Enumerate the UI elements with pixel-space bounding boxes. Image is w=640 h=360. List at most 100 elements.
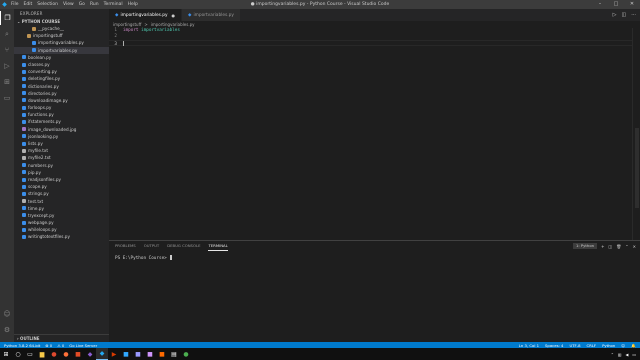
manage-gear-icon[interactable]: ⚙ [0, 323, 14, 337]
tree-file[interactable]: myfile.txt [14, 147, 109, 154]
tree-file[interactable]: time.py [14, 205, 109, 212]
code-line-current[interactable]: 3 [109, 40, 632, 47]
tree-file[interactable]: downloadimage.py [14, 97, 109, 104]
code-editor[interactable]: 1 import importvariables 2 3 [109, 28, 632, 240]
after-effects-icon[interactable]: ■ [144, 348, 156, 360]
terminal-selector[interactable]: 1: Python [572, 243, 598, 249]
tab-terminal[interactable]: TERMINAL [208, 241, 228, 251]
tree-file[interactable]: deletingfiles.py [14, 75, 109, 82]
maximize-panel-icon[interactable]: ⌃ [625, 244, 628, 249]
indentation[interactable]: Spaces: 4 [545, 343, 563, 348]
split-terminal-icon[interactable]: ◫ [608, 244, 612, 249]
menu-edit[interactable]: Edit [24, 2, 33, 7]
tree-file[interactable]: webpage.py [14, 219, 109, 226]
vscode-icon[interactable]: ◆ [96, 348, 108, 360]
tree-folder[interactable]: importingstuff [14, 32, 109, 39]
close-panel-icon[interactable]: ✕ [633, 244, 636, 249]
live-server-button[interactable]: Go Live Server [69, 343, 97, 348]
tab-debug-console[interactable]: DEBUG CONSOLE [167, 241, 200, 251]
tree-file[interactable]: scope.py [14, 183, 109, 190]
remote-explorer-icon[interactable]: ▭ [0, 91, 14, 105]
tree-file[interactable]: tryexcept.py [14, 212, 109, 219]
tab-output[interactable]: OUTPUT [144, 241, 159, 251]
app-icon[interactable]: ■ [72, 348, 84, 360]
network-icon[interactable]: ▥ [618, 352, 622, 357]
windows-start-icon[interactable]: ⊞ [0, 348, 12, 360]
source-control-icon[interactable]: ⑂ [0, 43, 14, 57]
explorer-icon[interactable]: ❐ [0, 11, 14, 25]
language-mode[interactable]: Python [602, 343, 615, 348]
tree-file[interactable]: importvariables.py [14, 46, 109, 54]
tab-importingvariables[interactable]: ◆ importingvariables.py ● [109, 9, 183, 21]
tree-file[interactable]: directories.py [14, 90, 109, 97]
search-icon[interactable]: ⌕ [0, 27, 14, 41]
run-debug-icon[interactable]: ▷ [0, 59, 14, 73]
split-editor-icon[interactable]: ◫ [621, 12, 626, 18]
menu-selection[interactable]: Selection [37, 2, 58, 7]
app-icon-green[interactable]: ● [180, 348, 192, 360]
new-terminal-icon[interactable]: + [601, 244, 604, 249]
minimize-button[interactable]: – [592, 0, 608, 9]
cursor-position[interactable]: Ln 3, Col 1 [519, 343, 539, 348]
tree-file[interactable]: classes.py [14, 61, 109, 68]
maximize-button[interactable]: □ [608, 0, 624, 9]
scrollbar-thumb[interactable] [635, 128, 639, 208]
menu-terminal[interactable]: Terminal [104, 2, 123, 7]
search-icon[interactable]: ○ [12, 348, 24, 360]
tree-file[interactable]: boolean.py [14, 54, 109, 61]
python-interpreter[interactable]: Python 3.8.2 64-bit [4, 343, 40, 348]
media-icon[interactable]: ▶ [108, 348, 120, 360]
tree-file[interactable]: whileloops.py [14, 226, 109, 233]
run-file-icon[interactable]: ▷ [613, 12, 617, 18]
tree-file[interactable]: lists.py [14, 140, 109, 147]
kill-terminal-icon[interactable]: 🗑 [616, 244, 621, 249]
unsaved-dot-icon[interactable]: ● [172, 13, 176, 18]
breadcrumb-folder[interactable]: importingstuff [113, 21, 141, 28]
more-actions-icon[interactable]: ··· [631, 12, 636, 18]
tree-file[interactable]: strings.py [14, 190, 109, 197]
photoshop-icon[interactable]: ■ [120, 348, 132, 360]
terminal-output[interactable]: PS E:\Python Course> [109, 251, 640, 265]
menu-help[interactable]: Help [128, 2, 138, 7]
menu-file[interactable]: File [11, 2, 19, 7]
account-icon[interactable]: ☺ [0, 307, 14, 321]
file-explorer-icon[interactable]: ▆ [36, 348, 48, 360]
notifications-bell-icon[interactable]: 🔔 [631, 343, 636, 348]
tree-file[interactable]: ifstatements.py [14, 118, 109, 125]
tab-problems[interactable]: PROBLEMS [115, 241, 136, 251]
tree-file[interactable]: writingtotextfiles.py [14, 233, 109, 240]
menu-run[interactable]: Run [90, 2, 99, 7]
premiere-icon[interactable]: ■ [132, 348, 144, 360]
errors-count[interactable]: ⊗ 0 [45, 343, 52, 348]
volume-icon[interactable]: ◀ [625, 352, 628, 357]
tree-file[interactable]: converting.py [14, 68, 109, 75]
workspace-section-header[interactable]: ⌄ PYTHON COURSE [14, 18, 109, 25]
warnings-count[interactable]: ⚠ 0 [57, 343, 64, 348]
breadcrumb-file[interactable]: importingvariables.py [151, 21, 195, 28]
notification-center-icon[interactable]: ▭ [632, 352, 636, 357]
menu-go[interactable]: Go [79, 2, 85, 7]
encoding[interactable]: UTF-8 [569, 343, 580, 348]
tree-file[interactable]: myfile2.txt [14, 154, 109, 161]
extensions-icon[interactable]: ⊞ [0, 75, 14, 89]
tree-file[interactable]: pip.py [14, 169, 109, 176]
tray-chevron-icon[interactable]: ⌃ [611, 352, 614, 357]
tree-file[interactable]: image_downloaded.jpg [14, 126, 109, 133]
feedback-icon[interactable]: ☺ [621, 343, 625, 348]
end-of-line[interactable]: CRLF [587, 343, 597, 348]
tree-file[interactable]: test.txt [14, 198, 109, 205]
tree-file[interactable]: readjsonfiles.py [14, 176, 109, 183]
firefox-icon[interactable]: ● [60, 348, 72, 360]
tree-file[interactable]: forloops.py [14, 104, 109, 111]
visual-studio-icon[interactable]: ◆ [84, 348, 96, 360]
close-window-button[interactable]: ✕ [624, 0, 640, 9]
tab-importvariables[interactable]: ◆ importvariables.py [182, 9, 241, 21]
editor-scrollbar[interactable] [632, 28, 640, 240]
tree-file[interactable]: importingvariables.py [14, 39, 109, 46]
notes-icon[interactable]: ▤ [168, 348, 180, 360]
tree-file[interactable]: dictionaries.py [14, 83, 109, 90]
tree-file[interactable]: jsonlooking.py [14, 133, 109, 140]
tree-folder[interactable]: __pycache__ [14, 25, 109, 32]
outline-section-header[interactable]: › OUTLINE [14, 334, 109, 342]
tree-file[interactable]: functions.py [14, 111, 109, 118]
